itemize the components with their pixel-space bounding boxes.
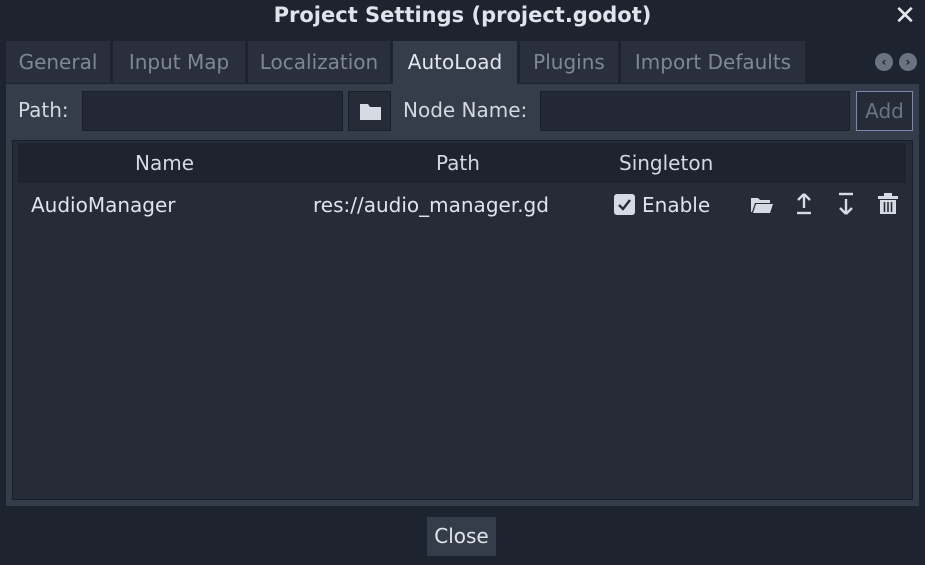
tab-autoload[interactable]: AutoLoad bbox=[393, 41, 517, 84]
move-down-button[interactable] bbox=[832, 190, 860, 218]
tab-general[interactable]: General bbox=[6, 41, 110, 83]
move-up-button[interactable] bbox=[790, 190, 818, 218]
chevron-right-icon[interactable]: › bbox=[899, 53, 917, 71]
chevron-left-icon[interactable]: ‹ bbox=[875, 53, 893, 71]
move-up-icon bbox=[797, 193, 811, 215]
window-title: Project Settings (project.godot) bbox=[273, 3, 652, 27]
browse-path-button[interactable] bbox=[348, 91, 391, 131]
check-icon bbox=[618, 199, 631, 211]
path-label: Path: bbox=[18, 98, 69, 122]
node-name-label: Node Name: bbox=[403, 98, 528, 122]
add-button[interactable]: Add bbox=[856, 91, 913, 131]
open-script-button[interactable] bbox=[748, 190, 776, 218]
tab-import-defaults[interactable]: Import Defaults bbox=[621, 41, 805, 83]
row-path: res://audio_manager.gd bbox=[313, 193, 549, 217]
singleton-enable-label: Enable bbox=[642, 193, 711, 217]
autoload-list[interactable]: Name Path Singleton AudioManager res://a… bbox=[12, 140, 913, 500]
close-icon[interactable]: ✕ bbox=[893, 2, 917, 30]
folder-icon bbox=[360, 104, 381, 120]
title-bar: Project Settings (project.godot) ✕ bbox=[0, 0, 925, 34]
delete-button[interactable] bbox=[874, 190, 902, 218]
column-header-singleton[interactable]: Singleton bbox=[619, 151, 713, 175]
column-header-name[interactable]: Name bbox=[135, 151, 194, 175]
column-header-path[interactable]: Path bbox=[436, 151, 480, 175]
move-down-icon bbox=[839, 192, 853, 215]
tab-localization[interactable]: Localization bbox=[248, 41, 390, 83]
table-row[interactable]: AudioManager res://audio_manager.gd Enab… bbox=[18, 185, 906, 225]
path-input[interactable] bbox=[82, 91, 343, 131]
tab-plugins[interactable]: Plugins bbox=[520, 41, 618, 83]
project-settings-dialog: Project Settings (project.godot) ✕ Gener… bbox=[0, 0, 925, 565]
delete-icon bbox=[878, 193, 898, 214]
singleton-checkbox[interactable] bbox=[614, 194, 635, 215]
list-header: Name Path Singleton bbox=[18, 143, 906, 183]
close-button[interactable]: Close bbox=[427, 517, 496, 556]
folder-open-icon bbox=[751, 198, 773, 213]
row-name: AudioManager bbox=[31, 193, 176, 217]
autoload-panel: Path: Node Name: Add Name Path Singleton… bbox=[6, 84, 919, 506]
tab-input-map[interactable]: Input Map bbox=[113, 41, 245, 83]
node-name-input[interactable] bbox=[540, 91, 850, 131]
